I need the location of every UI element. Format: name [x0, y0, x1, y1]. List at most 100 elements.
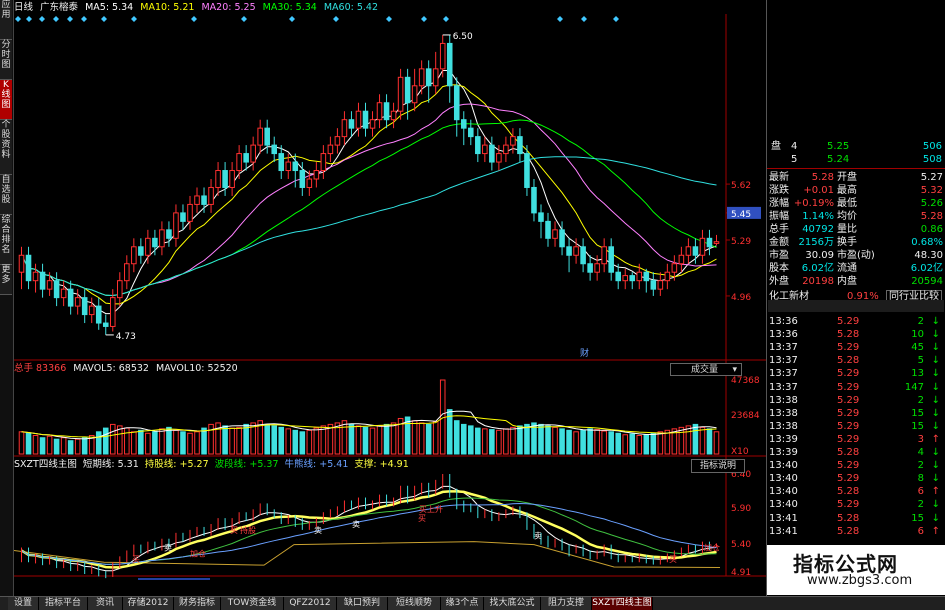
candle	[383, 102, 390, 121]
bottom-tab-3[interactable]: 资讯	[88, 597, 123, 610]
candle	[699, 237, 706, 256]
indicator-axis-label: 4.91	[731, 568, 751, 578]
stat-label-2: 流通	[837, 263, 857, 274]
candle	[376, 102, 383, 121]
tick-price: 5.28	[837, 486, 860, 498]
volume-bar	[74, 438, 81, 455]
short-line-plot	[21, 485, 717, 572]
candle	[517, 136, 523, 155]
candle	[559, 229, 565, 248]
volume-bar	[383, 423, 390, 455]
tick-row: 13:40 5.29 2 ↓	[767, 459, 945, 472]
candle	[552, 229, 558, 239]
candle	[418, 68, 425, 87]
signal-diamond	[81, 16, 87, 22]
stat-label-2: 量比	[837, 224, 857, 235]
wave-line-plot	[21, 497, 717, 565]
arrow-down-icon: ↓	[931, 381, 940, 393]
stat-label-2: 内盘	[837, 276, 857, 287]
left-tab-5[interactable]: 自选股	[0, 175, 12, 215]
bottom-tab-1[interactable]: 设置	[8, 597, 39, 610]
tick-row: 13:38 5.29 2 ↓	[767, 394, 945, 407]
arrow-down-icon: ↓	[931, 342, 940, 354]
stat-value-2: 0.68%	[911, 237, 943, 248]
left-tab-7[interactable]: 更多	[0, 265, 12, 295]
volume-bar	[187, 432, 193, 455]
tick-row: 13:36 5.28 10 ↓	[767, 328, 945, 341]
left-tab-2[interactable]: 分时图	[0, 40, 12, 80]
volume-bar	[425, 423, 432, 455]
volume-bar	[285, 428, 292, 455]
volume-bar	[145, 432, 151, 455]
bottom-tab-5[interactable]: 财务指标	[174, 597, 221, 610]
volume-bar	[538, 423, 544, 455]
tick-volume: 6	[917, 486, 924, 498]
candle	[313, 170, 320, 180]
arrow-up-icon: ↑	[931, 525, 940, 537]
tick-volume: 15	[911, 407, 924, 419]
candle	[503, 144, 509, 155]
tick-row: 13:37 5.29 147 ↓	[767, 381, 945, 394]
candle	[32, 271, 39, 282]
bottom-tab-7[interactable]: QFZ2012	[284, 597, 337, 610]
candle	[475, 136, 481, 155]
left-tab-3[interactable]: K线图	[0, 80, 12, 120]
bottom-tab-11[interactable]: 找大底公式	[484, 597, 541, 610]
tick-volume: 147	[904, 381, 924, 393]
volume-bar	[60, 437, 67, 455]
bottom-tab-6[interactable]: TOW资金线	[221, 597, 284, 610]
volume-bar	[594, 429, 600, 455]
signal-label: 卖	[164, 543, 172, 552]
signal-label: 卖	[314, 526, 322, 535]
candle	[594, 263, 600, 273]
candle	[208, 186, 214, 205]
finance-marker[interactable]: 财	[580, 347, 589, 359]
volume-bar	[348, 423, 355, 455]
tick-volume: 5	[917, 355, 924, 367]
order-book-level: 5	[791, 154, 798, 165]
volume-bar	[545, 425, 551, 455]
volume-bar	[292, 429, 299, 455]
bottom-tab-8[interactable]: 缺口预判	[337, 597, 388, 610]
left-tab-4[interactable]: 个股资料	[0, 120, 12, 175]
left-tab-6[interactable]: 综合排名	[0, 215, 12, 265]
indicator-help-button[interactable]: 指标说明	[691, 459, 745, 473]
arrow-down-icon: ↓	[931, 355, 940, 367]
volume-bar	[18, 431, 25, 455]
kline-svg[interactable]: 6.504.73财5.625.455.294.964736823684X10买加…	[14, 0, 766, 580]
volume-indicator-select[interactable]: 成交量 ▾	[670, 363, 742, 376]
candle	[643, 271, 650, 282]
volume-select-label: 成交量	[691, 365, 719, 375]
candle	[355, 110, 362, 129]
left-tab-1[interactable]: 应用	[0, 0, 12, 40]
bottom-tab-12[interactable]: 阻力支撑	[541, 597, 592, 610]
candle	[489, 144, 495, 163]
volume-bar	[643, 434, 650, 455]
volume-bar	[460, 423, 467, 455]
stat-value-2: 48.30	[914, 250, 943, 261]
bottom-tab-4[interactable]: 存储2012	[123, 597, 174, 610]
tick-price: 5.29	[837, 420, 860, 432]
bottom-tab-13[interactable]: SXZT四线主图	[592, 597, 653, 610]
bottom-tab-2[interactable]: 指标平台	[39, 597, 88, 610]
signal-label: 卖	[352, 520, 360, 529]
volume-bar	[678, 426, 685, 455]
tick-time: 13:37	[769, 381, 798, 393]
volume-axis-label: 23684	[731, 411, 760, 421]
candle	[713, 241, 720, 244]
signal-diamond	[191, 16, 197, 22]
tick-row: 13:37 5.29 45 ↓	[767, 341, 945, 354]
bottom-tab-9[interactable]: 短线顺势	[388, 597, 441, 610]
volume-bar	[362, 426, 369, 455]
stat-label: 外盘	[769, 276, 789, 287]
tick-time: 13:36	[769, 329, 798, 341]
signal-diamond	[26, 16, 32, 22]
candle	[124, 263, 130, 282]
candle	[432, 68, 439, 87]
stat-value: +0.19%	[793, 198, 834, 209]
arrow-down-icon: ↓	[931, 499, 940, 511]
candle	[145, 237, 151, 256]
candle	[109, 297, 116, 327]
bottom-tab-10[interactable]: 缘3个点	[441, 597, 484, 610]
volume-bar	[201, 427, 207, 455]
